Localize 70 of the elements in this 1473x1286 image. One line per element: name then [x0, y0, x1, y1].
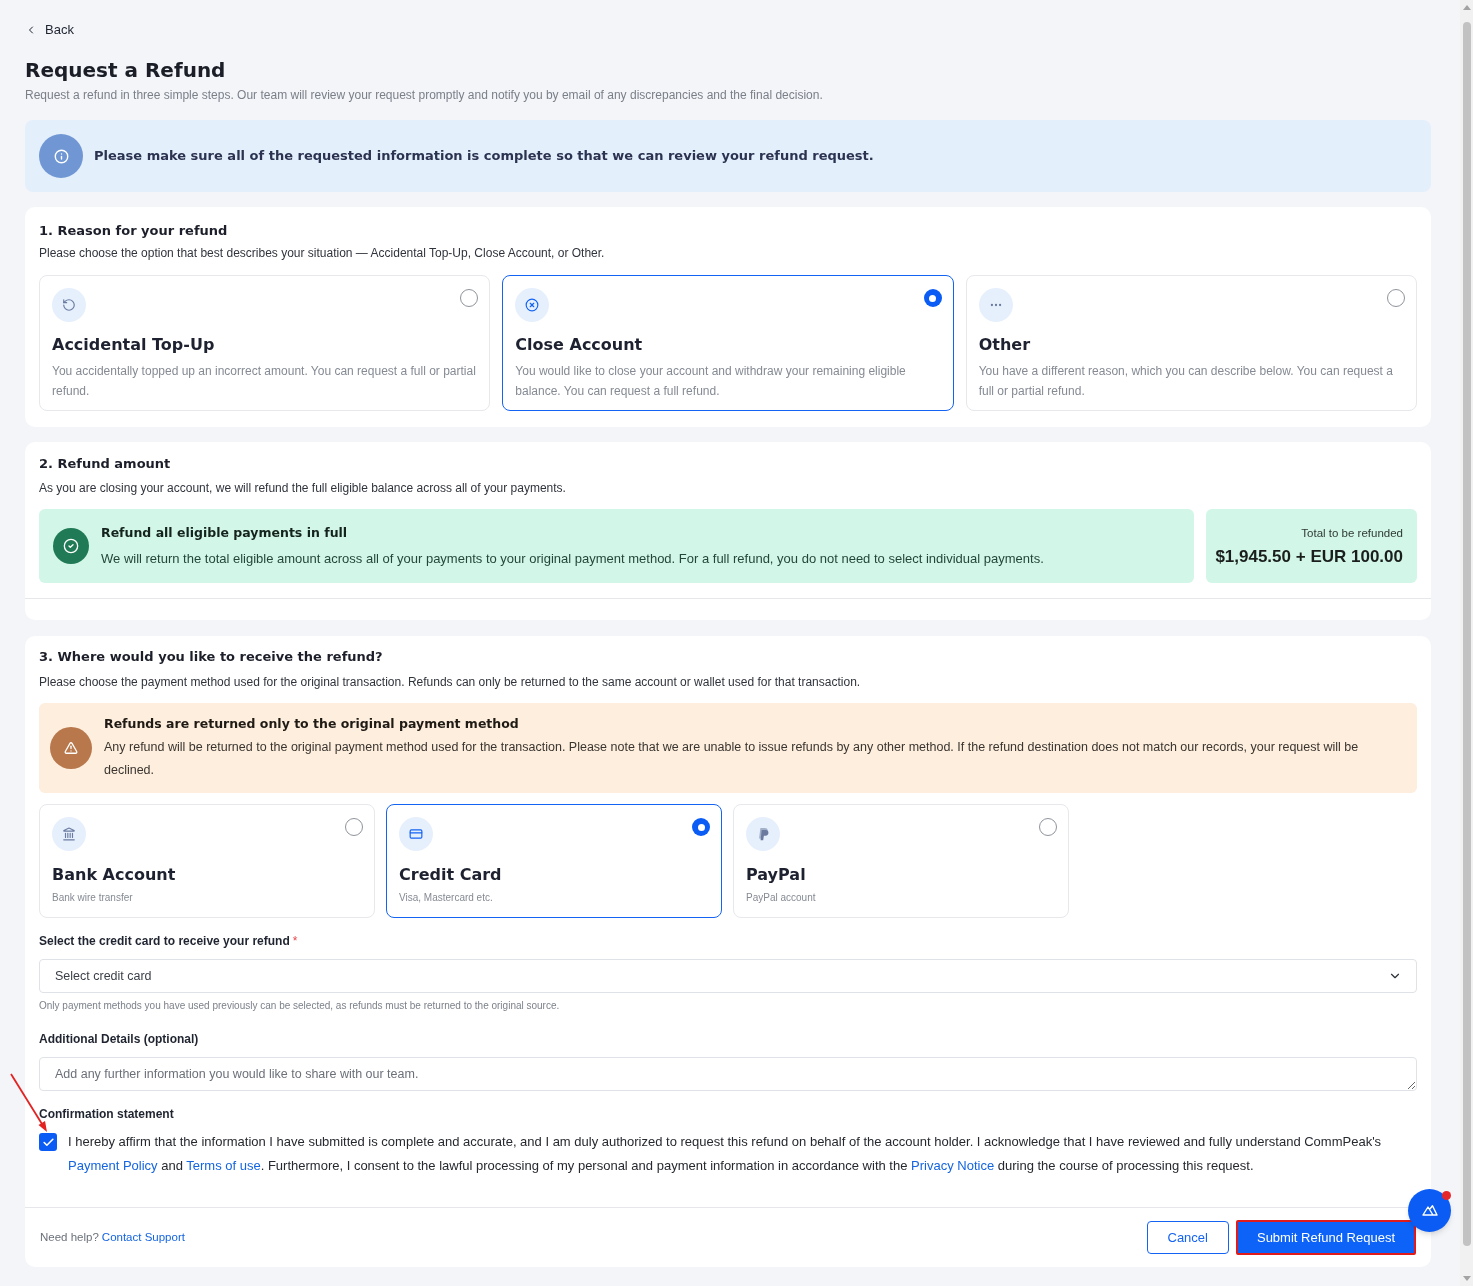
credit-card-select[interactable]: Select credit card	[39, 959, 1417, 993]
section-description: As you are closing your account, we will refund the full eligible balance across all of your payments.	[39, 480, 566, 496]
help-text: Need help?	[40, 1229, 99, 1245]
payment-method-card[interactable]: Bank Account Bank wire transfer	[39, 804, 375, 918]
credit-card-icon	[399, 817, 433, 851]
notice-title: Refund all eligible payments in full	[101, 524, 348, 542]
confirmation-checkbox[interactable]	[39, 1133, 57, 1151]
method-title: Credit Card	[399, 864, 503, 886]
cancel-button[interactable]: Cancel	[1146, 1221, 1229, 1254]
option-title: Accidental Top-Up	[52, 334, 216, 356]
field-hint: Only payment methods you have used previously can be selected, as refunds must be returned to the original source.	[39, 999, 560, 1013]
method-title: PayPal	[746, 864, 807, 886]
bank-building-icon	[52, 817, 86, 851]
scroll-up-icon[interactable]	[1462, 5, 1471, 10]
submit-button[interactable]: Submit Refund Request	[1235, 1220, 1416, 1255]
option-title: Close Account	[515, 334, 644, 356]
option-title: Other	[978, 334, 1032, 356]
policy-link[interactable]: Privacy Notice	[911, 1158, 995, 1173]
check-icon	[41, 1135, 55, 1149]
field-label: Additional Details (optional)	[39, 1031, 199, 1047]
section-heading: 3. Where would you like to receive the refund?	[39, 648, 383, 666]
method-title: Bank Account	[52, 864, 177, 886]
warning-title: Refunds are returned only to the original payment method	[104, 715, 519, 733]
warning-text: Any refund will be returned to the original payment method used for the transaction. Please note that we are unable to issue refunds by any other method. If the refund destination does not match our records, your request will be declined.	[104, 739, 1360, 779]
radio-button[interactable]	[1387, 289, 1405, 307]
scroll-down-icon[interactable]	[1462, 1276, 1471, 1281]
reason-option-card[interactable]: Other You have a different reason, which you can describe below. You can request a full or partial refund.	[965, 275, 1417, 411]
confirmation-text: I hereby affirm that the information I have submitted is complete and accurate, and I am duly authorized to request this refund on behalf of the account holder. I acknowledge that I have reviewed and fully understand CommPeak's Payment Policy and Terms of use. Furthermore, I consent to the lawful processing of my personal and payment information in accordance with the Privacy Notice during the course of processing this request.	[68, 1133, 1383, 1175]
radio-button[interactable]	[1039, 818, 1057, 836]
warning-icon	[50, 727, 92, 769]
info-icon	[39, 134, 83, 178]
radio-button[interactable]	[692, 818, 710, 836]
field-label: Confirmation statement	[39, 1106, 174, 1122]
payment-method-card[interactable]: Credit Card Visa, Mastercard etc.	[386, 804, 722, 918]
method-subtitle: Visa, Mastercard etc.	[399, 891, 494, 905]
circle-x-icon	[515, 288, 550, 322]
required-mark: *	[292, 933, 298, 949]
radio-button[interactable]	[345, 818, 363, 836]
radio-button[interactable]	[460, 289, 479, 307]
page-title: Request a Refund	[25, 57, 226, 84]
radio-button[interactable]	[923, 289, 942, 307]
contact-support-link[interactable]: Contact Support	[101, 1228, 185, 1247]
details-field[interactable]: Add any further information you would like to share with our team.	[39, 1057, 1417, 1091]
option-description: You accidentally topped up an incorrect amount. You can request a full or partial refund.	[52, 363, 477, 400]
total-amount: $1,945.50 + EUR 100.00	[1215, 546, 1403, 567]
reason-option-card[interactable]: Close Account You would like to close your account and withdraw your remaining eligible balance. You can request a full refund.	[502, 275, 954, 411]
section-heading: 2. Refund amount	[39, 455, 171, 473]
scrollbar-thumb[interactable]	[1462, 22, 1471, 1246]
info-banner-text: Please make sure all of the requested information is complete so that we can review your refund request.	[94, 147, 874, 166]
payment-method-card[interactable]: PayPal PayPal account	[733, 804, 1069, 918]
policy-link[interactable]: Terms of use	[186, 1158, 261, 1173]
reason-option-card[interactable]: Accidental Top-Up You accidentally topped up an incorrect amount. You can request a full or partial refund.	[39, 275, 491, 411]
page-subtitle: Request a refund in three simple steps. Our team will review your request promptly and notify you by email of any discrepancies and the final decision.	[25, 87, 823, 103]
ellipsis-icon	[978, 288, 1013, 322]
scrollbar[interactable]	[1460, 0, 1473, 1286]
method-subtitle: Bank wire transfer	[52, 891, 134, 905]
back-link[interactable]: Back	[25, 20, 74, 40]
method-subtitle: PayPal account	[746, 891, 817, 905]
option-description: You would like to close your account and withdraw your remaining eligible balance. You can request a full refund.	[515, 363, 907, 400]
total-label: Total to be refunded	[1301, 525, 1403, 540]
section-description: Please choose the payment method used for the original transaction. Refunds can only be returned to the same account or wallet used for that transaction.	[39, 674, 861, 690]
triangles-icon	[1421, 1205, 1438, 1216]
rotate-left-icon	[52, 288, 86, 322]
policy-link[interactable]: Payment Policy	[68, 1158, 158, 1173]
notice-text: We will return the total eligible amount across all of your payments to your original payment method. For a full refund, you do not need to select individual payments.	[101, 550, 1044, 568]
section-description: Please choose the option that best describes your situation — Accidental Top-Up, Close Account, or Other.	[39, 245, 605, 261]
p-logo-icon	[746, 817, 780, 851]
field-label: Select the credit card to receive your refund	[39, 933, 290, 949]
option-description: You have a different reason, which you can describe below. You can request a full or partial refund.	[978, 363, 1394, 400]
section-heading: 1. Reason for your refund	[39, 222, 228, 240]
